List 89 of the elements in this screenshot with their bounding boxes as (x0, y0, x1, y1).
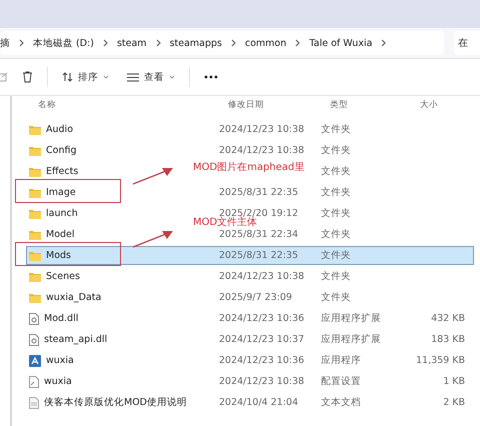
breadcrumb[interactable]: common (245, 38, 286, 48)
annotation-label: MOD文件主体 (193, 218, 258, 228)
modified-date: 2024/12/23 10:38 (219, 376, 304, 387)
file-size: 11,359 KB (416, 355, 465, 366)
folder-icon (29, 124, 41, 134)
modified-date: 2024/12/23 10:37 (219, 334, 304, 345)
chevron-icon (102, 39, 108, 47)
trash-icon (22, 71, 33, 83)
folder-icon (29, 146, 41, 156)
modified-date: 2024/10/4 21:04 (219, 397, 298, 408)
file-type: 文件夹 (321, 270, 351, 283)
search-field[interactable]: 在 (454, 31, 480, 55)
folder-icon (29, 250, 41, 260)
folder-icon (29, 230, 41, 240)
file-type: 文件夹 (321, 123, 351, 136)
file-name: Mods (46, 250, 71, 261)
file-name: Image (46, 187, 76, 198)
file-type: 文件夹 (321, 228, 351, 241)
file-type: 文件夹 (321, 186, 351, 199)
modified-date: 2024/12/23 10:38 (219, 271, 304, 282)
annotation-label: MOD图片在maphead里 (193, 163, 304, 173)
breadcrumb[interactable]: 摘 (0, 36, 10, 50)
caret-icon (169, 75, 175, 79)
file-name: wuxia (44, 376, 72, 387)
breadcrumb[interactable]: steamapps (170, 38, 222, 48)
folder-icon (29, 292, 41, 302)
file-type: 应用程序扩展 (321, 312, 381, 325)
file-type: 文件夹 (321, 144, 351, 157)
folder-icon (29, 166, 41, 176)
modified-date: 2025/9/7 23:09 (219, 292, 292, 303)
modified-date: 2024/12/23 10:38 (219, 124, 304, 135)
chevron-icon (156, 39, 161, 47)
modified-date: 2025/8/31 22:35 (219, 187, 298, 198)
caret-icon (103, 75, 109, 79)
column-header[interactable]: 名称 (38, 99, 228, 111)
folder-icon (29, 208, 41, 218)
breadcrumb[interactable]: steam (116, 38, 147, 48)
file-type: 文件夹 (321, 207, 351, 220)
modified-date: 2025/8/31 22:35 (219, 250, 298, 261)
file-name: steam_api.dll (44, 334, 108, 345)
file-name: wuxia (46, 355, 74, 366)
file-row[interactable]: Mods 2025/8/31 22:35 文件夹 (26, 246, 474, 265)
chevron-icon (381, 39, 386, 47)
modified-date: 2024/12/23 10:36 (219, 355, 304, 366)
file-size: 1 KB (443, 376, 465, 387)
more-icon (204, 75, 218, 79)
gear-file-icon (29, 312, 39, 324)
breadcrumb[interactable]: 本地磁盘 (D:) (33, 36, 94, 50)
file-name: Audio (46, 124, 74, 135)
sort-button[interactable]: 排序 (58, 68, 113, 86)
file-name: Effects (46, 166, 78, 177)
file-name: wuxia_Data (46, 292, 102, 303)
lines-icon (127, 72, 139, 82)
column-header[interactable]: 修改日期 (228, 99, 330, 111)
file-type: 文件夹 (321, 291, 351, 304)
file-type: 配置设置 (321, 375, 361, 388)
file-type: 应用程序扩展 (321, 333, 381, 346)
file-name: Scenes (46, 271, 80, 282)
file-name: Model (46, 229, 75, 240)
file-name: Config (46, 145, 76, 156)
file-size: 183 KB (431, 334, 465, 345)
chevron-icon (231, 39, 236, 47)
folder-icon (29, 188, 41, 198)
chevron-icon (19, 39, 24, 47)
file-type: 应用程序 (321, 354, 361, 367)
breadcrumb[interactable]: Tale of Wuxia (309, 38, 372, 48)
arrow-icon (132, 167, 174, 185)
file-size: 2 KB (443, 397, 465, 408)
view-button[interactable]: 查看 (123, 68, 179, 86)
modified-date: 2024/12/23 10:38 (219, 145, 304, 156)
gear-file-icon (29, 334, 39, 346)
file-name: 侠客本传原版优化MOD使用说明 (44, 396, 187, 409)
config-file-icon (29, 376, 39, 388)
folder-icon (29, 272, 41, 282)
column-header[interactable]: 类型 (330, 99, 420, 111)
chevron-icon (295, 39, 300, 47)
arrow-icon (132, 230, 174, 248)
column-header[interactable]: 大小 (420, 99, 474, 111)
file-type: 文件夹 (321, 249, 351, 262)
text-file-icon (29, 396, 39, 408)
modified-date: 2025/8/31 22:34 (219, 229, 298, 240)
modified-date: 2024/12/23 10:36 (219, 313, 304, 324)
file-name: launch (46, 208, 78, 219)
app-icon (29, 354, 41, 366)
sort-arrows-icon (62, 72, 73, 82)
file-type: 文件夹 (321, 165, 351, 178)
file-type: 文本文档 (321, 396, 361, 409)
file-size: 432 KB (431, 313, 465, 324)
file-name: Mod.dll (44, 313, 78, 324)
